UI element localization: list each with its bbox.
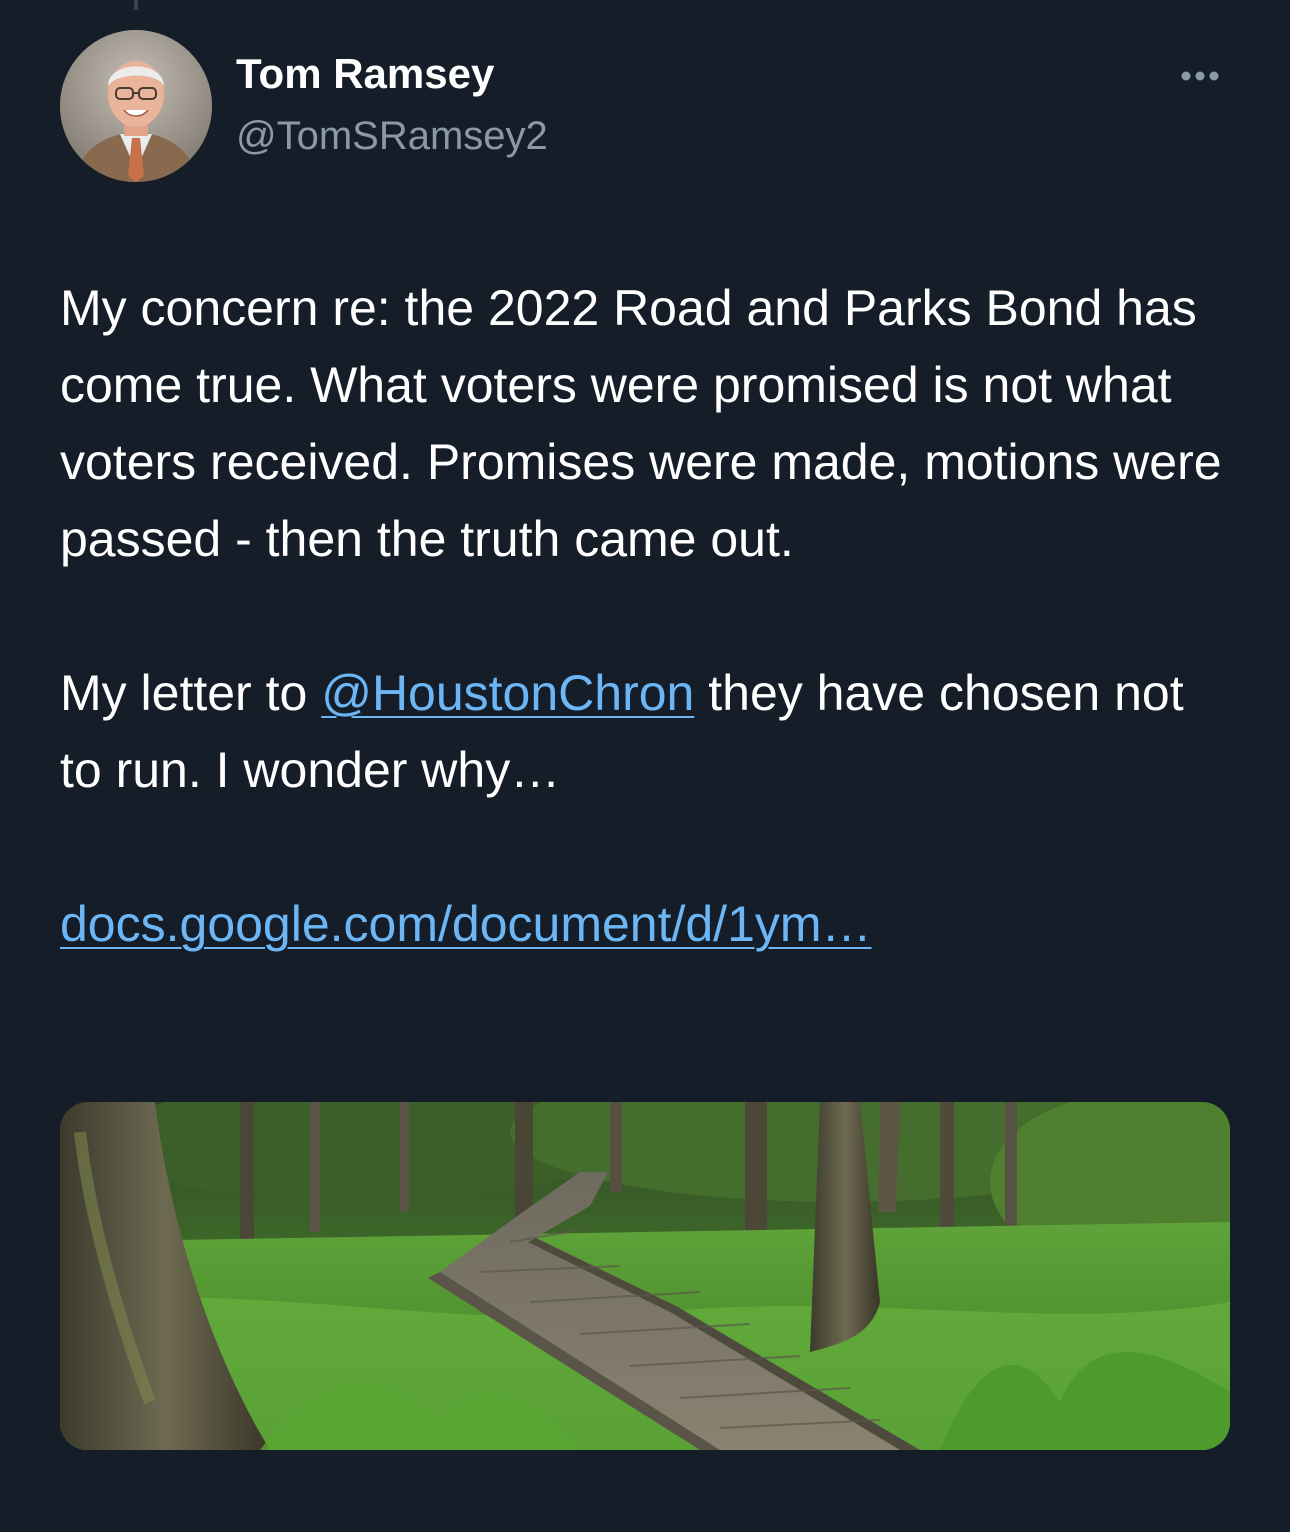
thread-connector-line (134, 0, 138, 10)
author-avatar[interactable] (60, 30, 212, 182)
tweet-media-photo[interactable] (60, 1102, 1230, 1450)
tweet-paragraph-1: My concern re: the 2022 Road and Parks B… (60, 280, 1222, 567)
author-handle[interactable]: @TomSRamsey2 (236, 114, 548, 159)
tweet-paragraph-3: docs.google.com/document/d/1ym… (60, 886, 1230, 963)
more-horizontal-icon (1181, 71, 1219, 81)
author-display-name[interactable]: Tom Ramsey (236, 50, 494, 98)
tweet-paragraph-2: My letter to @HoustonChron they have cho… (60, 655, 1230, 809)
tweet-body: My concern re: the 2022 Road and Parks B… (60, 270, 1230, 963)
document-url-link[interactable]: docs.google.com/document/d/1ym… (60, 896, 872, 952)
more-options-button[interactable] (1170, 56, 1230, 96)
tweet-paragraph-2-start: My letter to (60, 665, 322, 721)
boardwalk-forest-photo (60, 1102, 1230, 1450)
profile-photo-icon (60, 30, 212, 182)
mention-link[interactable]: @HoustonChron (321, 665, 694, 721)
